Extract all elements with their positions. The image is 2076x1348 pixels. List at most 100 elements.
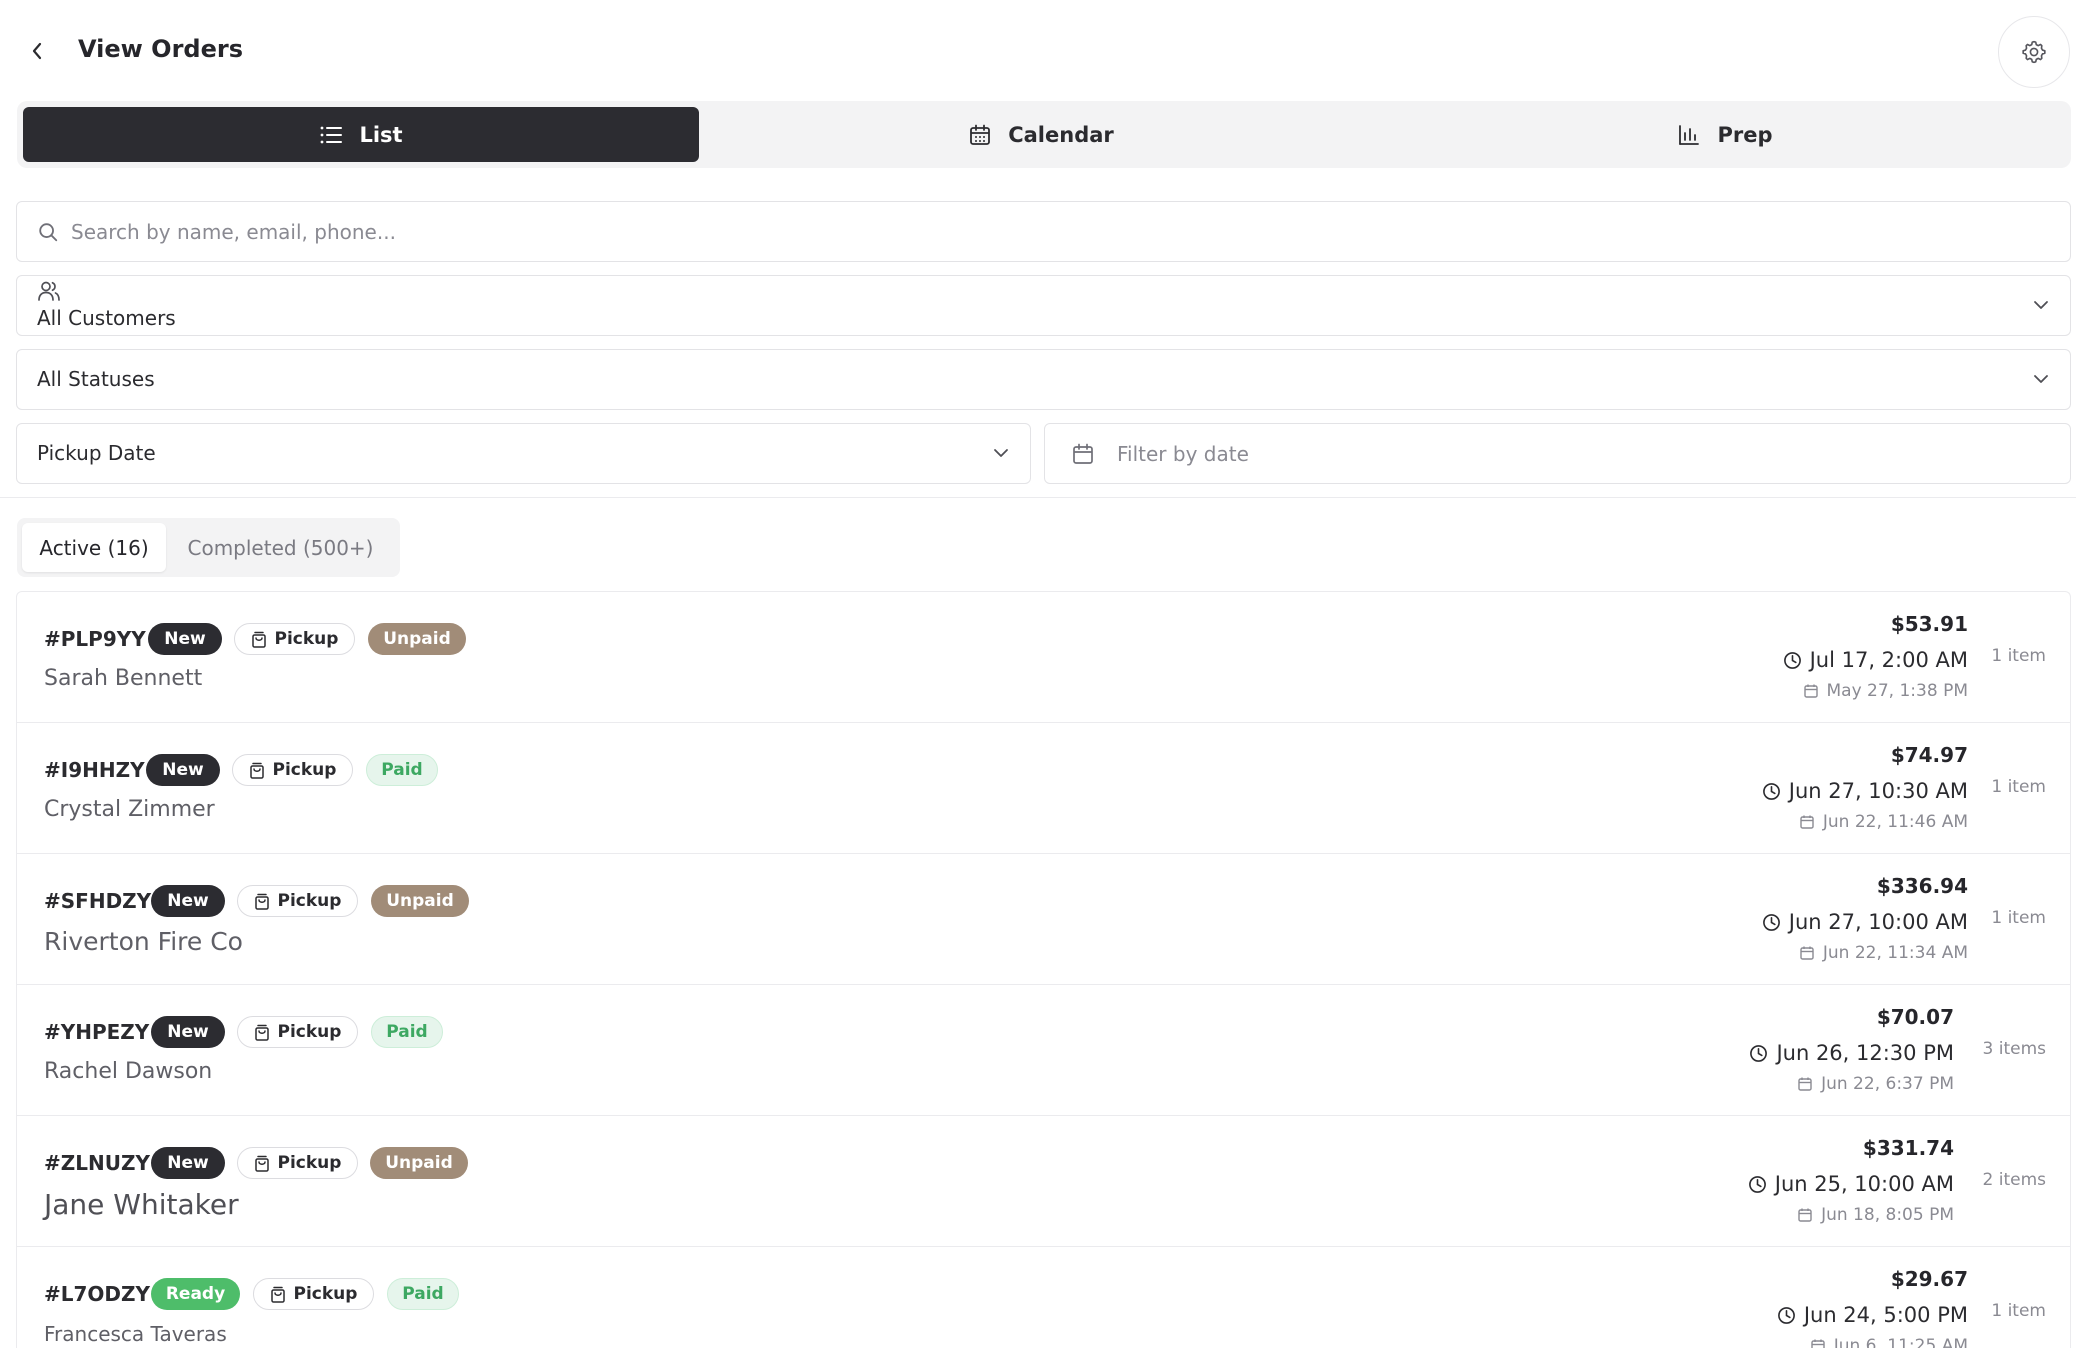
created-time: Jun 18, 8:05 PM — [1748, 1200, 1954, 1230]
pickup-time-value: Jul 17, 2:00 AM — [1809, 648, 1968, 672]
shopping-bag-icon — [249, 762, 264, 779]
customer-filter-select[interactable]: All Customers — [16, 275, 2071, 336]
tab-prep-label: Prep — [1717, 122, 1773, 147]
order-id: #SFHDZY — [44, 889, 152, 913]
calendar-icon — [1803, 684, 1818, 698]
tab-list-label: List — [359, 122, 403, 147]
fulfillment-badge: Pickup — [253, 1278, 374, 1310]
gear-icon — [2022, 40, 2046, 64]
fulfillment-badge-label: Pickup — [293, 1284, 358, 1304]
orders-list: #PLP9YY New Pickup Unpaid Sarah Bennett … — [16, 591, 2071, 1348]
status-badge-label: New — [167, 1153, 209, 1173]
order-total: $331.74 — [1862, 1136, 1954, 1160]
status-badge: New — [148, 623, 222, 655]
status-badge-label: New — [167, 891, 209, 911]
order-row[interactable]: #SFHDZY New Pickup Unpaid Riverton Fire … — [17, 854, 2070, 985]
order-id: #ZLNUZY — [44, 1151, 150, 1175]
created-time-value: Jun 22, 6:37 PM — [1821, 1074, 1954, 1094]
status-tabs: Active (16) Completed (500+) — [17, 518, 400, 577]
payment-badge-label: Paid — [386, 1022, 428, 1042]
clock-icon — [1762, 782, 1780, 800]
payment-badge-label: Paid — [402, 1284, 444, 1304]
search-icon — [39, 222, 58, 241]
status-badge: New — [146, 754, 220, 786]
order-row[interactable]: #PLP9YY New Pickup Unpaid Sarah Bennett … — [17, 592, 2070, 723]
order-total: $336.94 — [1876, 874, 1968, 898]
shopping-bag-icon — [254, 1024, 269, 1041]
created-time: Jun 22, 11:34 AM — [1762, 938, 1968, 968]
customer-name: Jane Whitaker — [44, 1188, 239, 1221]
payment-badge: Unpaid — [370, 1147, 468, 1179]
tab-active[interactable]: Active (16) — [22, 523, 166, 572]
date-filter-input[interactable]: Filter by date — [1044, 423, 2071, 484]
status-filter-value: All Statuses — [37, 367, 155, 391]
calendar-icon — [1798, 1077, 1812, 1091]
customer-name: Francesca Taveras — [44, 1322, 227, 1346]
list-icon — [321, 126, 343, 143]
payment-badge: Paid — [387, 1278, 459, 1310]
tab-completed-label: Completed (500+) — [187, 535, 374, 560]
clock-icon — [1750, 1044, 1768, 1062]
created-time: Jun 6, 11:25 AM — [1777, 1331, 1968, 1348]
date-type-select[interactable]: Pickup Date — [16, 423, 1031, 484]
order-summary: $331.74 Jun 25, 10:00 AM Jun 18, 8:05 PM — [1748, 1136, 1954, 1230]
fulfillment-badge: Pickup — [237, 1147, 358, 1179]
fulfillment-badge: Pickup — [237, 885, 358, 917]
tab-prep[interactable]: Prep — [1383, 107, 2067, 162]
order-summary: $29.67 Jun 24, 5:00 PM Jun 6, 11:25 AM — [1777, 1267, 1968, 1348]
created-time-value: May 27, 1:38 PM — [1826, 681, 1969, 701]
status-badge: New — [151, 1147, 225, 1179]
order-row[interactable]: #L7ODZY Ready Pickup Paid Francesca Tave… — [17, 1247, 2070, 1348]
back-button[interactable] — [22, 34, 52, 68]
tab-calendar[interactable]: Calendar — [699, 107, 1383, 162]
customer-name: Riverton Fire Co — [44, 927, 243, 956]
calendar-icon — [1800, 946, 1814, 960]
date-filter-placeholder: Filter by date — [1117, 441, 1249, 466]
fulfillment-badge-label: Pickup — [274, 629, 339, 649]
tab-calendar-label: Calendar — [1008, 122, 1114, 147]
payment-badge: Unpaid — [371, 885, 469, 917]
order-id: #YHPEZY — [44, 1020, 150, 1044]
order-row[interactable]: #I9HHZY New Pickup Paid Crystal Zimmer $… — [17, 723, 2070, 854]
chevron-down-icon — [2034, 301, 2048, 309]
status-badge: Ready — [151, 1278, 240, 1310]
chevron-down-icon — [994, 449, 1008, 457]
customer-filter-value: All Customers — [37, 306, 176, 330]
fulfillment-badge: Pickup — [234, 623, 355, 655]
order-total: $53.91 — [1890, 612, 1968, 636]
order-id: #I9HHZY — [44, 758, 145, 782]
status-filter-select[interactable]: All Statuses — [16, 349, 2071, 410]
calendar-icon — [1811, 1339, 1825, 1348]
users-icon — [38, 281, 60, 301]
divider — [0, 497, 2076, 498]
payment-badge: Unpaid — [368, 623, 466, 655]
pickup-time-value: Jun 26, 12:30 PM — [1776, 1041, 1954, 1065]
pickup-time-value: Jun 25, 10:00 AM — [1774, 1172, 1954, 1196]
settings-button[interactable] — [1998, 16, 2070, 88]
header: View Orders — [0, 0, 2076, 100]
fulfillment-badge-label: Pickup — [272, 760, 337, 780]
items-count: 1 item — [1991, 646, 2046, 666]
chevron-down-icon — [2034, 375, 2048, 383]
search-input[interactable] — [71, 219, 1971, 244]
payment-badge: Paid — [371, 1016, 443, 1048]
shopping-bag-icon — [254, 1155, 269, 1172]
order-total: $74.97 — [1890, 743, 1968, 767]
page-title: View Orders — [78, 35, 243, 63]
created-time-value: Jun 6, 11:25 AM — [1833, 1336, 1968, 1348]
items-count: 1 item — [1991, 1301, 2046, 1321]
customer-name: Sarah Bennett — [44, 666, 203, 691]
shopping-bag-icon — [251, 631, 266, 648]
created-time: May 27, 1:38 PM — [1783, 676, 1968, 706]
status-badge-label: New — [162, 760, 204, 780]
order-row[interactable]: #YHPEZY New Pickup Paid Rachel Dawson $7… — [17, 985, 2070, 1116]
order-row[interactable]: #ZLNUZY New Pickup Unpaid Jane Whitaker … — [17, 1116, 2070, 1247]
tab-completed[interactable]: Completed (500+) — [166, 523, 395, 572]
calendar-icon — [1073, 443, 1093, 464]
tab-list[interactable]: List — [23, 107, 699, 162]
shopping-bag-icon — [270, 1286, 285, 1303]
clock-icon — [1748, 1175, 1766, 1193]
search-box — [16, 201, 2071, 262]
status-badge-label: New — [164, 629, 206, 649]
pickup-time: Jun 27, 10:30 AM — [1762, 775, 1968, 807]
